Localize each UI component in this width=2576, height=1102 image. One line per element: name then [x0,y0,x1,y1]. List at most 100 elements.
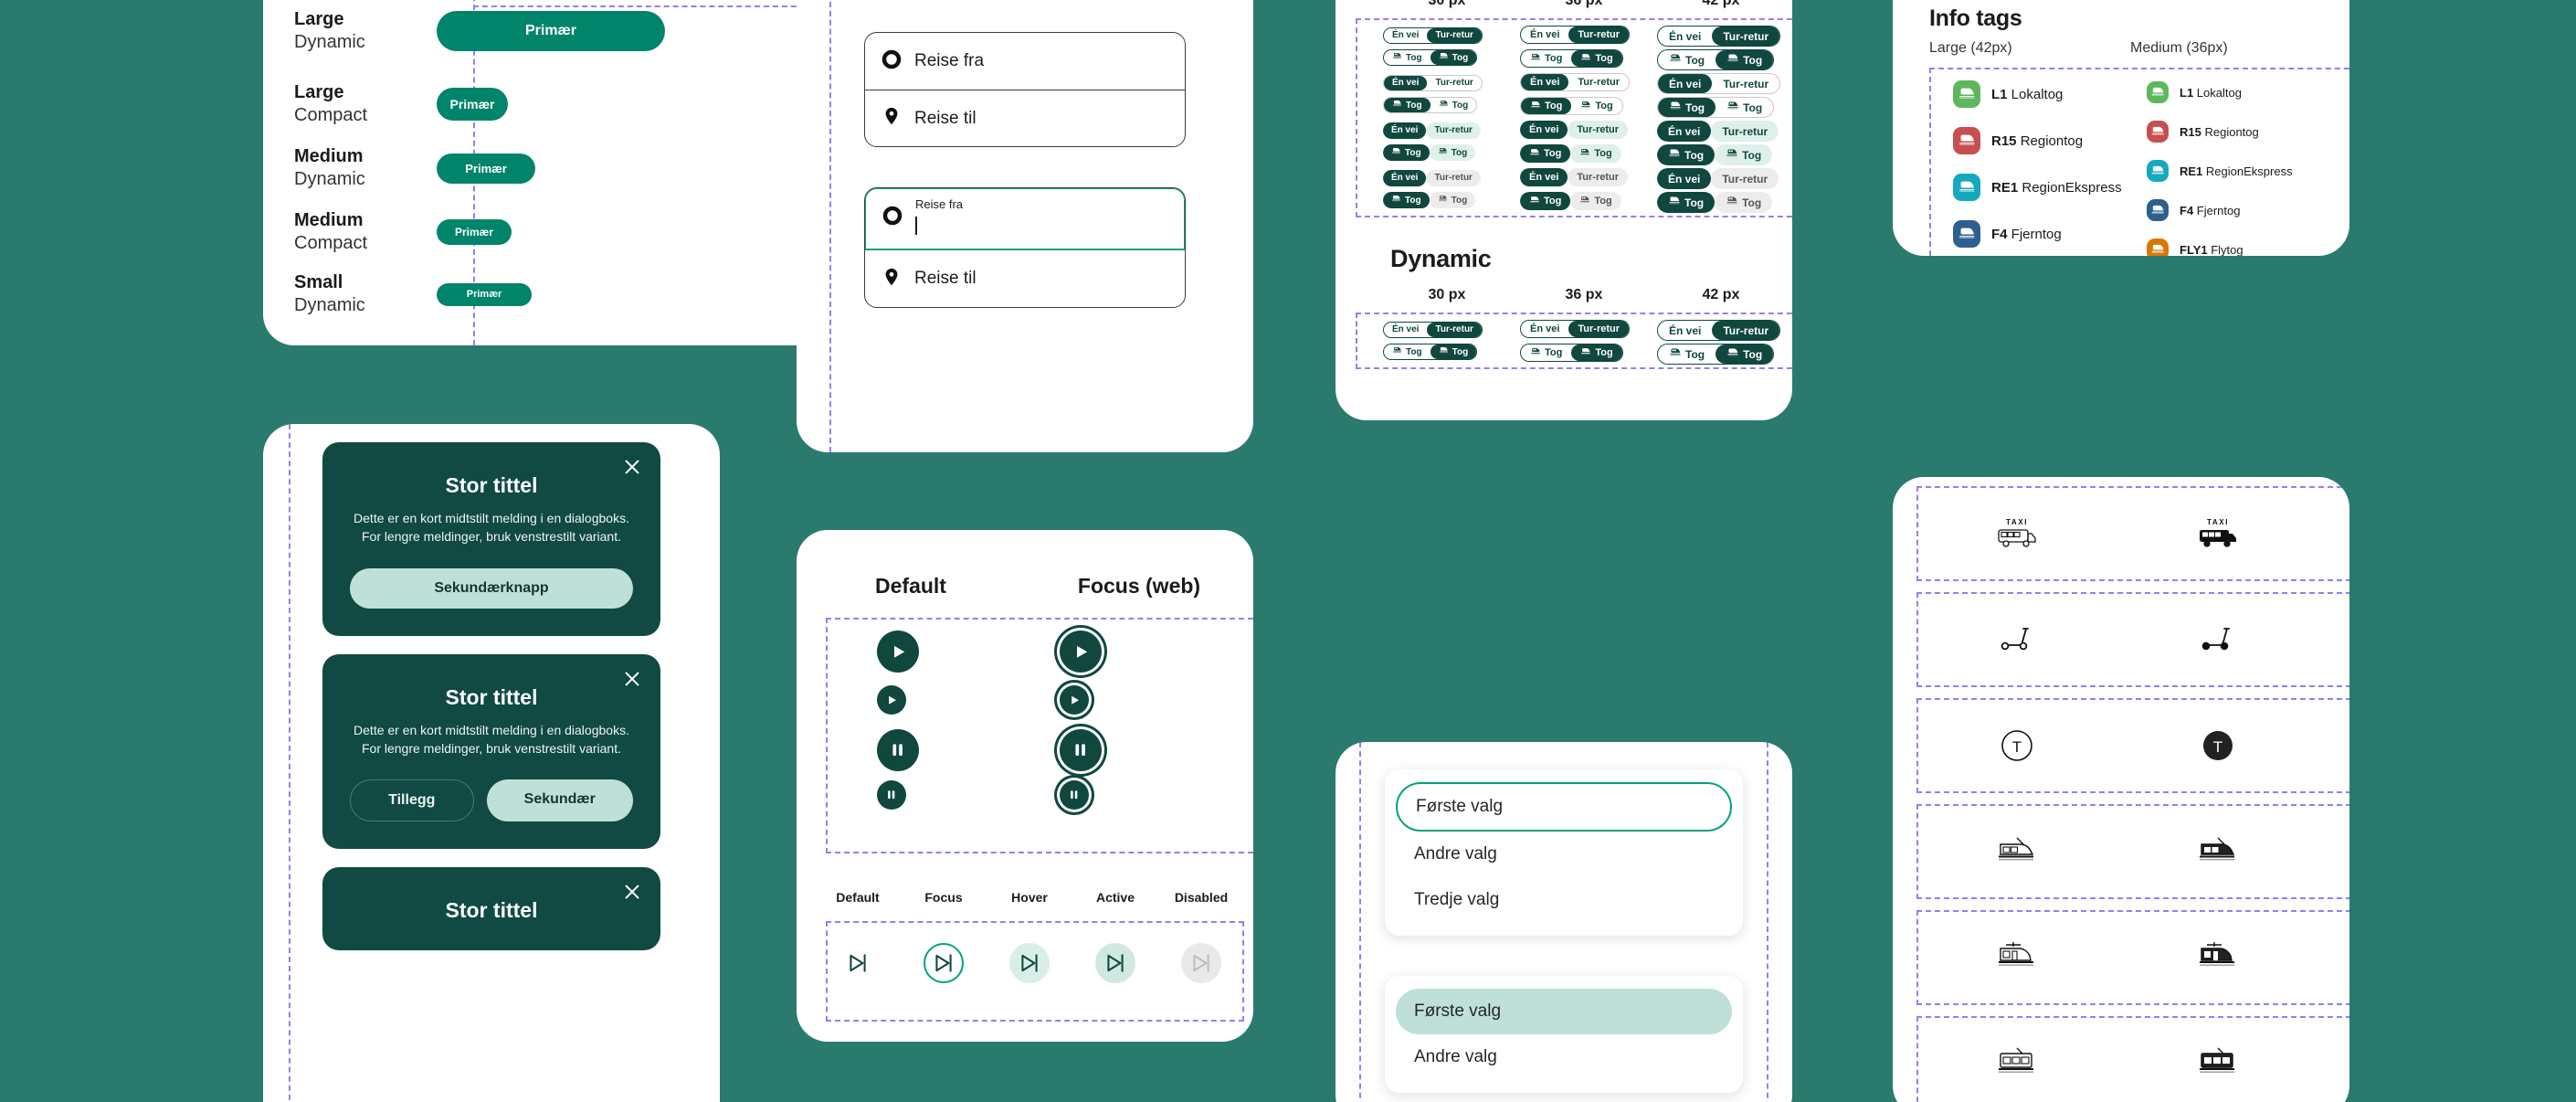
tag-segment-right[interactable]: Tur-retur [1427,76,1481,90]
travel-to-row[interactable]: Reise til [865,90,1185,146]
travel-tag[interactable]: Én vei Tur-retur [1383,26,1483,44]
close-icon[interactable] [622,457,642,477]
travel-tag[interactable]: Én vei Tur-retur [1383,321,1483,338]
tag-segment-right[interactable]: Tog [1570,144,1621,163]
travel-tag[interactable]: Tog Tog [1383,97,1478,113]
tag-segment-right[interactable]: Tog [1715,192,1773,213]
info-tag-row[interactable]: FLY1 Flytog [2147,238,2340,256]
tag-segment-right[interactable]: Tog [1431,98,1477,112]
travel-tag[interactable]: Tog Tog [1383,144,1476,161]
tag-segment-left[interactable]: Tog [1383,144,1430,161]
tag-segment-left[interactable]: Tog [1520,144,1571,163]
info-tag-row[interactable]: RE1 RegionEkspress [1953,174,2147,201]
tag-segment-right[interactable]: Tur-retur [1568,74,1629,90]
travel-tag[interactable]: Én vei Tur-retur [1520,73,1631,91]
tag-segment-right[interactable]: Tur-retur [1426,169,1481,186]
tag-segment-right[interactable]: Tur-retur [1568,26,1630,43]
primary-button[interactable]: Primær [437,219,512,245]
tag-segment-right[interactable]: Tur-retur [1427,322,1482,337]
dialog-secondary-button[interactable]: Sekundær [486,779,634,822]
info-tag-row[interactable]: R15 Regiontog [1953,127,2147,154]
close-icon[interactable] [622,882,642,902]
tag-segment-left[interactable]: Én vei [1383,122,1427,139]
tag-segment-right[interactable]: Tur-retur [1568,121,1629,139]
primary-button[interactable]: Primær [437,282,532,306]
tag-segment-right[interactable]: Tog [1571,98,1621,114]
select-menu-option[interactable]: Tredje valg [1396,877,1732,923]
tag-segment-left[interactable]: Én vei [1521,26,1569,43]
pause-button[interactable] [877,729,919,771]
tag-segment-left[interactable]: Tog [1384,98,1431,112]
tag-segment-right[interactable]: Tur-retur [1427,27,1482,43]
travel-tag[interactable]: Én vei Tur-retur [1657,121,1779,142]
travel-tag[interactable]: Én vei Tur-retur [1520,320,1631,338]
tag-segment-left[interactable]: Tog [1521,98,1572,114]
pause-button[interactable] [877,780,906,810]
travel-from-row[interactable]: Reise fra [865,33,1185,90]
info-tag-row[interactable]: F4 Fjerntog [1953,220,2147,248]
travel-input-group-focus[interactable]: Reise fra Reise til [864,187,1186,308]
tag-segment-right[interactable]: Tog [1716,50,1774,69]
travel-tag[interactable]: Tog Tog [1657,144,1773,165]
tag-segment-left[interactable]: Tog [1384,50,1431,65]
travel-tag[interactable]: Tog Tog [1520,344,1623,362]
travel-tag[interactable]: Én vei Tur-retur [1520,26,1631,44]
tag-segment-left[interactable]: Én vei [1521,321,1569,337]
travel-tag[interactable]: Én vei Tur-retur [1657,168,1779,189]
skip-next-icon[interactable] [1095,943,1135,983]
travel-tag[interactable]: Én vei Tur-retur [1657,26,1781,47]
info-tag-row[interactable]: L1 Lokaltog [2147,80,2340,104]
primary-button[interactable]: Primær [437,11,665,51]
select-menu-option[interactable]: Andre valg [1396,832,1732,877]
tag-segment-right[interactable]: Tur-retur [1711,168,1779,189]
info-tag-row[interactable]: L1 Lokaltog [1953,80,2147,108]
tag-segment-left[interactable]: Tog [1521,344,1572,361]
tag-segment-right[interactable]: Tur-retur [1568,321,1630,337]
travel-from-row-focused[interactable]: Reise fra [865,188,1185,250]
info-tag-row[interactable]: R15 Regiontog [2147,120,2340,143]
tag-segment-right[interactable]: Tur-retur [1712,74,1779,93]
primary-button[interactable]: Primær [437,153,535,184]
travel-tag[interactable]: Én vei Tur-retur [1520,168,1629,186]
travel-to-row[interactable]: Reise til [865,250,1185,307]
tag-segment-left[interactable]: Én vei [1657,121,1712,142]
tag-segment-right[interactable]: Tog [1570,192,1621,210]
tag-segment-left[interactable]: Én vei [1657,168,1712,189]
travel-tag[interactable]: Tog Tog [1520,49,1623,68]
travel-tag[interactable]: Tog Tog [1520,144,1621,163]
tag-segment-left[interactable]: Tog [1657,144,1716,165]
tag-segment-left[interactable]: Én vei [1383,169,1427,186]
travel-tag[interactable]: Tog Tog [1383,49,1478,66]
skip-next-icon[interactable] [1009,943,1050,983]
pause-button-focused[interactable] [1060,780,1089,810]
tag-segment-right[interactable]: Tog [1716,344,1774,364]
tag-segment-left[interactable]: Tog [1521,50,1572,67]
travel-tag[interactable]: Én vei Tur-retur [1657,320,1781,341]
tag-segment-left[interactable]: Én vei [1384,27,1428,43]
travel-tag[interactable]: Én vei Tur-retur [1383,122,1481,139]
tag-segment-right[interactable]: Tog [1429,192,1476,208]
travel-tag[interactable]: Tog Tog [1383,192,1476,208]
play-button-focused[interactable] [1060,630,1102,673]
travel-tag[interactable]: Én vei Tur-retur [1383,74,1483,91]
skip-next-icon[interactable] [838,943,878,983]
dialog-secondary-button[interactable]: Sekundærknapp [350,567,633,609]
travel-tag[interactable]: Én vei Tur-retur [1657,73,1781,94]
tag-segment-left[interactable]: Én vei [1658,74,1713,93]
tag-segment-right[interactable]: Tur-retur [1426,122,1481,139]
travel-tag[interactable]: Tog Tog [1657,97,1775,118]
skip-next-icon[interactable] [1181,943,1221,983]
tag-segment-left[interactable]: Tog [1384,344,1431,359]
tag-segment-right[interactable]: Tog [1571,344,1622,361]
tag-segment-left[interactable]: Tog [1657,192,1716,213]
tag-segment-right[interactable]: Tog [1571,50,1622,67]
tag-segment-right[interactable]: Tur-retur [1568,168,1629,186]
travel-tag[interactable]: Én vei Tur-retur [1520,121,1629,139]
travel-input-group-default[interactable]: Reise fra Reise til [864,32,1186,147]
tag-segment-left[interactable]: Én vei [1658,321,1713,340]
tag-segment-right[interactable]: Tog [1429,144,1476,161]
pause-button-focused[interactable] [1060,729,1102,771]
travel-tag[interactable]: Én vei Tur-retur [1383,169,1481,186]
dialog-tertiary-button[interactable]: Tillegg [350,779,474,822]
primary-button[interactable]: Primær [437,88,508,121]
